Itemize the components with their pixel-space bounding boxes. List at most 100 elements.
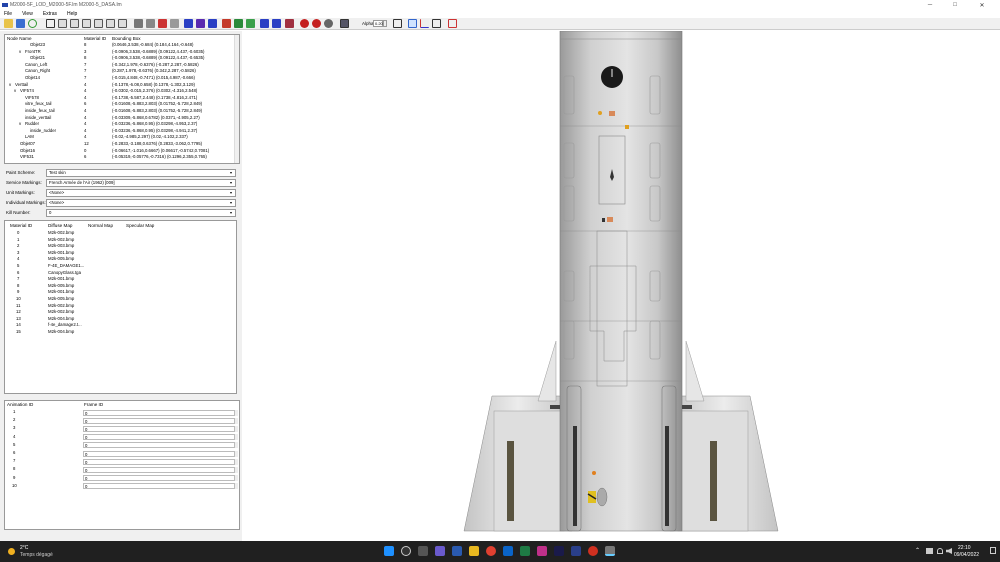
light-icon[interactable] — [158, 19, 167, 28]
material-diffuse-map[interactable]: CanopyGlass.tga — [48, 270, 81, 276]
clock-date[interactable]: 09/04/2022 — [954, 552, 979, 558]
expand-chevron-icon[interactable]: v — [14, 88, 16, 94]
view-top-icon[interactable] — [106, 19, 115, 28]
property-select[interactable]: Test skin — [46, 169, 236, 177]
tree-row[interactable]: Objet16 0 (-0.06617,-1.016,0.6667) (0.0661… — [5, 148, 235, 154]
normal-map-header[interactable]: Normal Map — [88, 223, 113, 228]
frame-id-input[interactable]: 0 — [83, 409, 238, 416]
material-row-id[interactable]: 14 — [16, 322, 21, 328]
frame-spinner[interactable] — [234, 409, 238, 416]
tree-row[interactable]: Objet23 8 (0.0646,3.538,-0.684) (0.184,4.1… — [5, 42, 235, 48]
screen-icon[interactable] — [340, 19, 349, 28]
view-back-icon[interactable] — [70, 19, 79, 28]
property-select[interactable]: 0 — [46, 209, 236, 217]
material-diffuse-map[interactable]: M2k-001.bmp — [48, 276, 74, 282]
lod-icon[interactable] — [260, 19, 269, 28]
color-green-icon[interactable] — [234, 19, 243, 28]
frame-spinner[interactable] — [234, 450, 238, 457]
frame-id-input[interactable]: 0 — [83, 450, 238, 457]
property-select[interactable]: <None> — [46, 199, 236, 207]
material-diffuse-map[interactable]: M2k-004.bmp — [48, 316, 74, 322]
frame-id-input[interactable]: 0 — [83, 483, 238, 490]
view-left-icon[interactable] — [82, 19, 91, 28]
view-bottom-icon[interactable] — [118, 19, 127, 28]
alpha-input[interactable]: 0.20 — [373, 20, 383, 27]
task-view-icon[interactable] — [418, 546, 428, 556]
weather-icon[interactable] — [8, 548, 15, 555]
material-table[interactable]: Material ID Diffuse Map Normal Map Specu… — [4, 220, 237, 394]
menu-extras[interactable]: Extras — [43, 11, 57, 17]
chevron-down-icon[interactable]: ▾ — [230, 170, 232, 175]
tree-row[interactable]: v Rudder 4 (-0.03236,-5.868,0.95) (0.03298,… — [5, 121, 235, 127]
material-row-id[interactable]: 2 — [17, 243, 19, 249]
frame-id-header[interactable]: Frame ID — [84, 402, 103, 407]
weather-temperature[interactable]: 2°C — [20, 545, 28, 551]
frame-spinner[interactable] — [234, 434, 238, 441]
material-blue-icon[interactable] — [184, 19, 193, 28]
search-icon[interactable] — [401, 546, 411, 556]
notification-icon[interactable] — [990, 547, 996, 554]
material-id-col-header[interactable]: Material ID — [10, 223, 32, 228]
tools-icon[interactable] — [448, 19, 457, 28]
outlook-icon[interactable] — [503, 546, 513, 556]
expand-chevron-icon[interactable]: v — [9, 82, 11, 88]
material-diffuse-map[interactable]: M2k-002.bmp — [48, 309, 74, 315]
material-row-id[interactable]: 3 — [17, 250, 19, 256]
save-icon[interactable] — [16, 19, 25, 28]
material-diffuse-map[interactable]: M2k-005.bmp — [48, 296, 74, 302]
view-front-icon[interactable] — [58, 19, 67, 28]
chevron-down-icon[interactable]: ▾ — [230, 190, 232, 195]
material-diffuse-map[interactable]: M2k-005.bmp — [48, 283, 74, 289]
battery-icon[interactable] — [926, 548, 933, 554]
excel-icon[interactable] — [520, 546, 530, 556]
tree-row[interactable]: Objet07 12 (-0.2833,-3.188,0.6376) (0.2833… — [5, 141, 235, 147]
animation-id-header[interactable]: Animation ID — [7, 402, 33, 407]
aircraft-model-render[interactable] — [242, 31, 1000, 541]
chrome-icon[interactable] — [486, 546, 496, 556]
bounding-box-header[interactable]: Bounding Box — [112, 36, 141, 41]
chat-icon[interactable] — [435, 546, 445, 556]
chevron-down-icon[interactable]: ▾ — [230, 180, 232, 185]
material-diffuse-map[interactable]: F-4E_DAMAGE1... — [48, 263, 84, 269]
chevron-up-icon[interactable]: ⌃ — [915, 547, 920, 554]
tree-row[interactable]: inside_rudder 4 (-0.03236,-5.868,0.95) (0.… — [5, 128, 235, 134]
tree-row[interactable]: VIF578 4 (-0.1738,-5.587,2.448) (0.1738,-4… — [5, 95, 235, 101]
material-row-id[interactable]: 1 — [17, 237, 19, 243]
view-right-icon[interactable] — [94, 19, 103, 28]
material-row-id[interactable]: 7 — [17, 276, 19, 282]
tree-row[interactable]: Objet21 8 (-0.0906,3.538,-0.6889) (0.09122… — [5, 55, 235, 61]
material-diffuse-map[interactable]: M2k-005.bmp — [48, 256, 74, 262]
photoshop-icon[interactable] — [554, 546, 564, 556]
photos-icon[interactable] — [537, 546, 547, 556]
tree-row[interactable]: Canon_Right 7 (0.287,1.978,-0.6376) (0.342… — [5, 68, 235, 74]
3d-viewport[interactable] — [242, 31, 1000, 541]
material-row-id[interactable]: 13 — [16, 316, 21, 322]
start-windows-icon[interactable] — [384, 546, 394, 556]
animation-table[interactable]: Animation ID Frame ID 102030405060708090… — [4, 400, 240, 530]
menu-view[interactable]: View — [22, 11, 33, 17]
tree-row[interactable]: v VIF574 4 (-0.0302,-0.015,2.376) (0.0302,-… — [5, 88, 235, 94]
copy-icon[interactable] — [393, 19, 402, 28]
frame-id-input[interactable]: 0 — [83, 434, 238, 441]
diffuse-map-header[interactable]: Diffuse Map — [48, 223, 72, 228]
frame-spinner[interactable] — [234, 466, 238, 473]
property-select[interactable]: <None> — [46, 189, 236, 197]
chevron-down-icon[interactable]: ▾ — [230, 200, 232, 205]
grid-icon[interactable] — [408, 19, 417, 28]
frame-spinner[interactable] — [234, 458, 238, 465]
material-diffuse-map[interactable]: M2k-002.bmp — [48, 303, 74, 309]
volume-icon[interactable] — [946, 548, 952, 554]
weather-description[interactable]: Temps dégagé — [20, 552, 53, 558]
bounding-box-icon[interactable] — [432, 19, 441, 28]
maximize-button[interactable]: □ — [945, 0, 965, 10]
axes-icon[interactable] — [420, 19, 429, 28]
solid-shading-icon[interactable] — [134, 19, 143, 28]
bomb2-icon[interactable] — [312, 19, 321, 28]
chevron-down-icon[interactable]: ▾ — [230, 210, 232, 215]
node-tree[interactable]: Node Name Material ID Bounding Box Objet… — [4, 34, 240, 164]
material-diffuse-map[interactable]: M2k-004.bmp — [48, 329, 74, 335]
clock-time[interactable]: 22:10 — [958, 545, 971, 551]
material-purple-icon[interactable] — [196, 19, 205, 28]
material-row-id[interactable]: 4 — [17, 256, 19, 262]
firefox-icon[interactable] — [588, 546, 598, 556]
